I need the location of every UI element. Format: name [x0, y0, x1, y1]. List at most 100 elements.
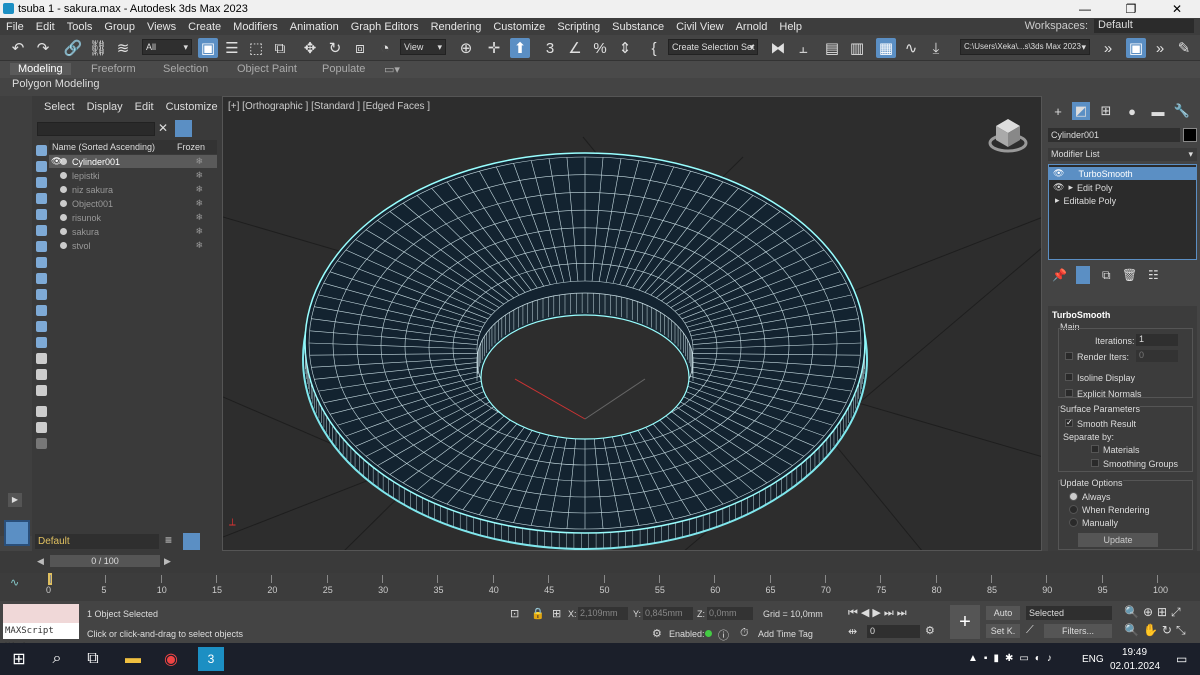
enabled-indicator-icon[interactable] [705, 630, 712, 637]
layers-icon[interactable] [36, 438, 47, 449]
track-bar[interactable]: ∿ 0 5 10 15 20 25 30 35 40 45 50 55 60 65 70 75 80 85 90 95… [0, 573, 1200, 601]
key-filter-dropdown[interactable]: Selected [1026, 606, 1112, 620]
frozen-icon[interactable]: ❄ [195, 156, 203, 167]
clear-search-icon[interactable]: ✕ [158, 121, 168, 135]
smoothing-groups-checkbox[interactable] [1091, 459, 1099, 467]
list-item[interactable]: stvol ❄ [49, 239, 217, 252]
create-tab-icon[interactable]: + [1049, 102, 1067, 120]
menu-arnold[interactable]: Arnold [730, 21, 774, 33]
modifier-list-dropdown[interactable]: Modifier List [1048, 148, 1197, 161]
polygon-modeling-label[interactable]: Polygon Modeling [12, 78, 99, 90]
undo-icon[interactable]: ↶ [8, 38, 28, 58]
expand-arrow-icon[interactable]: ▶ [8, 493, 22, 507]
list-item[interactable]: sakura ❄ [49, 225, 217, 238]
set-key-button[interactable]: Set K. [986, 624, 1020, 638]
percent-snap-icon[interactable]: % [590, 38, 610, 58]
file-explorer-icon[interactable]: ▬ [120, 647, 146, 671]
time-tag-icon[interactable]: ⏱ [740, 627, 749, 640]
se-tab-display[interactable]: Display [87, 101, 123, 113]
list-item[interactable]: risunok ❄ [49, 211, 217, 224]
scene-explorer-icon[interactable]: ▤ [822, 38, 842, 58]
tab-populate[interactable]: Populate [322, 63, 365, 75]
clock-date[interactable]: 02.01.2024 [1110, 661, 1160, 672]
smooth-result-checkbox[interactable]: ✓ [1065, 419, 1073, 427]
named-selection-dropdown[interactable]: Create Selection Set [668, 39, 758, 55]
always-radio[interactable] [1069, 492, 1078, 501]
xrefs-filter-icon[interactable] [36, 257, 47, 268]
viewport[interactable]: [+] [Orthographic ] [Standard ] [Edged F… [222, 96, 1042, 551]
materials-checkbox[interactable] [1091, 445, 1099, 453]
update-button[interactable]: Update [1078, 533, 1158, 547]
isoline-checkbox[interactable] [1065, 373, 1073, 381]
col-frozen-header[interactable]: Frozen [177, 142, 205, 152]
stack-item-turbosmooth[interactable]: 👁 TurboSmooth [1049, 167, 1197, 180]
y-coord-field[interactable]: 0,845mm [643, 607, 693, 620]
menu-scripting[interactable]: Scripting [551, 21, 606, 33]
expand-arrow-icon[interactable]: ▸ [1055, 195, 1060, 206]
x-coord-field[interactable]: 2,109mm [578, 607, 628, 620]
frozen-icon[interactable]: ❄ [195, 240, 203, 251]
project-path-dropdown[interactable]: C:\Users\Xeka\...s\3ds Max 2023 [960, 39, 1090, 55]
tab-selection[interactable]: Selection [163, 63, 208, 75]
key-tangent-icon[interactable]: ⟋ [1026, 624, 1040, 638]
maximize-button[interactable]: ❐ [1108, 0, 1154, 18]
frozen-icon[interactable]: ❄ [195, 198, 203, 209]
menu-create[interactable]: Create [182, 21, 227, 33]
expand-icon[interactable]: » [1098, 38, 1118, 58]
geometry-filter-icon[interactable] [36, 145, 47, 156]
make-unique-icon[interactable]: ⧉ [1102, 268, 1111, 283]
sync-selection-icon[interactable] [36, 385, 47, 396]
display-tab-icon[interactable]: ▬ [1149, 102, 1167, 120]
explicit-normals-checkbox[interactable] [1065, 389, 1073, 397]
notifications-icon[interactable]: ▭ [1176, 652, 1187, 666]
menu-customize[interactable]: Customize [487, 21, 551, 33]
display-all-icon[interactable] [36, 337, 47, 348]
object-name-field[interactable]: Cylinder001 [1048, 128, 1180, 142]
3dsmax-taskbar-icon[interactable]: 3 [198, 647, 224, 671]
display-none-icon[interactable] [36, 353, 47, 364]
manually-radio[interactable] [1069, 518, 1078, 527]
menu-views[interactable]: Views [141, 21, 182, 33]
utilities-tab-icon[interactable]: 🔧 [1173, 102, 1191, 120]
auto-key-button[interactable]: Auto [986, 606, 1020, 620]
prev-frame-icon[interactable]: ◀ [37, 556, 44, 567]
frozen-icon[interactable]: ❄ [195, 226, 203, 237]
modify-tab-icon[interactable]: ◩ [1072, 102, 1090, 120]
viewport-label[interactable]: [+] [Orthographic ] [Standard ] [Edged F… [228, 101, 430, 112]
mirror-icon[interactable]: ⧓ [768, 38, 788, 58]
maxscript-input[interactable]: MAXScript Mini [3, 623, 79, 652]
isolate-icon[interactable]: ⊡ [510, 607, 519, 620]
frozen-filter-icon[interactable] [36, 305, 47, 316]
more-icon[interactable]: » [1150, 38, 1170, 58]
playback-controls-icon[interactable]: ⏮◀▶⏭⏭ [848, 606, 910, 620]
window-crossing-icon[interactable]: ⧉ [270, 38, 290, 58]
frozen-icon[interactable]: ❄ [195, 170, 203, 181]
menu-file[interactable]: File [0, 21, 30, 33]
show-end-result-icon[interactable] [1076, 266, 1090, 284]
time-slider[interactable]: 0 / 100 [50, 555, 160, 567]
helpers-filter-icon[interactable] [36, 209, 47, 220]
tab-object-paint[interactable]: Object Paint [237, 63, 297, 75]
configure-sets-icon[interactable]: ☷ [1148, 268, 1159, 282]
se-tab-select[interactable]: Select [44, 101, 75, 113]
menu-tools[interactable]: Tools [61, 21, 99, 33]
viewport-nav2-icon[interactable]: 🔍✋↻⤡ [1124, 623, 1190, 638]
menu-animation[interactable]: Animation [284, 21, 345, 33]
add-time-tag[interactable]: Add Time Tag [758, 629, 813, 639]
bones-filter-icon[interactable] [36, 273, 47, 284]
render-iters-spinner[interactable]: 0 [1136, 350, 1178, 362]
snaps-toggle-icon[interactable]: 3 [540, 38, 560, 58]
lock-icon[interactable]: 🔒 [531, 607, 545, 620]
ribbon-toggle-icon[interactable]: ▦ [876, 38, 896, 58]
chrome-icon[interactable]: ◉ [158, 647, 184, 671]
search-icon[interactable]: ⌕ [44, 647, 70, 671]
containers-filter-icon[interactable] [36, 289, 47, 300]
scale-icon[interactable]: ⧈ [350, 38, 370, 58]
clock-time[interactable]: 19:49 [1122, 647, 1147, 658]
stack-item-editable-poly[interactable]: ▸ Editable Poly [1049, 194, 1197, 207]
eye-icon[interactable]: 👁 [1053, 168, 1064, 179]
lights-filter-icon[interactable] [36, 177, 47, 188]
task-view-icon[interactable]: ⧉ [80, 647, 106, 671]
ribbon-options-icon[interactable]: ▭▾ [384, 63, 400, 76]
link-icon[interactable]: 🔗 [63, 38, 83, 58]
